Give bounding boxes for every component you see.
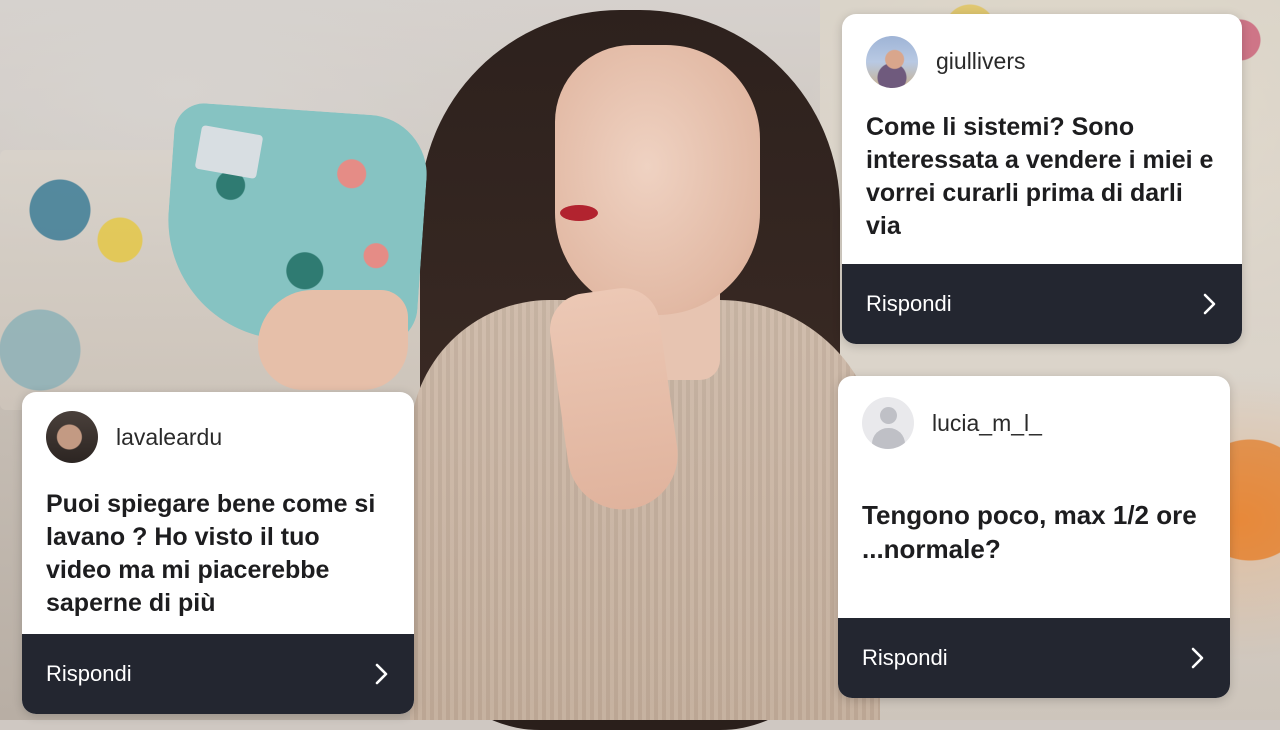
card-header: giullivers [842, 14, 1242, 109]
chevron-right-icon [1191, 647, 1204, 669]
person-face [555, 45, 760, 315]
question-card-lucia: lucia_m_l_ Tengono poco, max 1/2 ore ...… [838, 376, 1230, 698]
question-card-giullivers: giullivers Come li sistemi? Sono interes… [842, 14, 1242, 344]
person-hand-holding-diaper [258, 290, 408, 390]
card-header: lavaleardu [22, 392, 414, 482]
avatar [46, 411, 98, 463]
question-text: Tengono poco, max 1/2 ore ...normale? [862, 500, 1197, 564]
question-text: Come li sistemi? Sono interessata a vend… [866, 113, 1214, 240]
reply-label: Rispondi [862, 645, 948, 670]
question-card-lavaleardu: lavaleardu Puoi spiegare bene come si la… [22, 392, 414, 714]
person-lips [560, 205, 598, 221]
chevron-right-icon [1203, 293, 1216, 315]
reply-button[interactable]: Rispondi [838, 618, 1230, 698]
avatar [866, 35, 918, 88]
user-placeholder-icon [862, 397, 914, 449]
reply-button[interactable]: Rispondi [842, 264, 1242, 344]
username: lucia_m_l_ [932, 409, 1042, 436]
card-header: lucia_m_l_ [838, 376, 1230, 470]
question-text: Puoi spiegare bene come si lavano ? Ho v… [46, 490, 376, 617]
chevron-right-icon [375, 663, 388, 685]
reply-label: Rispondi [866, 291, 952, 316]
username: lavaleardu [116, 423, 223, 450]
reply-button[interactable]: Rispondi [22, 634, 414, 714]
username: giullivers [936, 48, 1026, 74]
reply-label: Rispondi [46, 661, 132, 686]
